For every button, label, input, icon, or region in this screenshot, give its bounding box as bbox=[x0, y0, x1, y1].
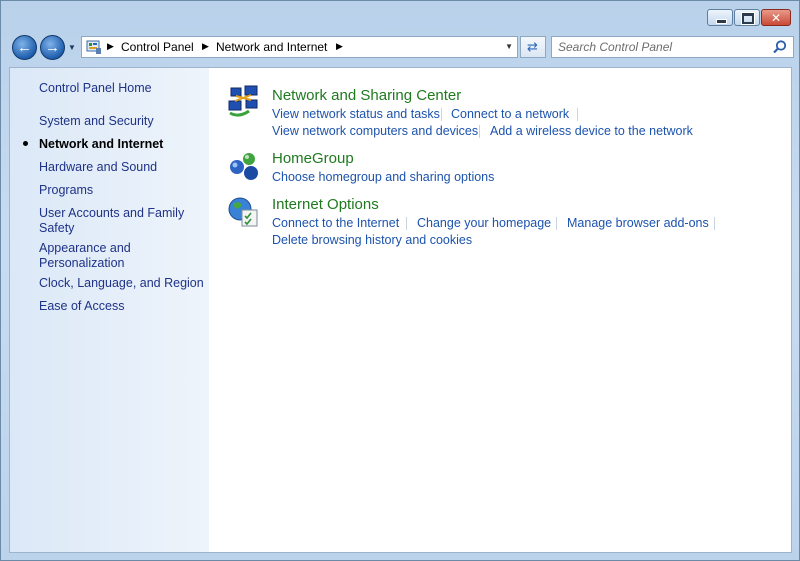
breadcrumb-control-panel[interactable]: Control Panel bbox=[121, 40, 194, 54]
link-separator bbox=[714, 217, 715, 230]
back-button[interactable]: ← bbox=[12, 35, 37, 60]
window-frame: ✕ ← → ▼ ▶ Control Panel ▶ Network and In… bbox=[0, 0, 800, 561]
link-view-network-status[interactable]: View network status and tasks bbox=[272, 107, 440, 121]
link-delete-browsing-history[interactable]: Delete browsing history and cookies bbox=[272, 233, 472, 247]
address-dropdown-icon[interactable]: ▼ bbox=[505, 42, 513, 51]
search-input[interactable] bbox=[558, 39, 763, 55]
breadcrumb-separator-icon[interactable]: ▶ bbox=[107, 41, 114, 52]
breadcrumb-separator-icon[interactable]: ▶ bbox=[336, 41, 343, 52]
forward-arrow-icon: → bbox=[45, 38, 60, 56]
category-title-internet-options[interactable]: Internet Options bbox=[272, 196, 379, 213]
sidebar-item-system-and-security[interactable]: System and Security bbox=[39, 114, 154, 129]
minimize-icon bbox=[716, 19, 727, 24]
network-sharing-center-icon bbox=[228, 85, 258, 117]
link-manage-browser-addons[interactable]: Manage browser add-ons bbox=[567, 216, 709, 230]
internet-options-icon bbox=[228, 197, 258, 227]
control-panel-icon bbox=[86, 40, 101, 54]
homegroup-icon bbox=[230, 153, 258, 180]
sidebar-item-programs[interactable]: Programs bbox=[39, 183, 93, 198]
link-separator bbox=[479, 125, 480, 138]
link-choose-homegroup[interactable]: Choose homegroup and sharing options bbox=[272, 170, 494, 184]
link-change-homepage[interactable]: Change your homepage bbox=[417, 216, 551, 230]
link-add-wireless-device[interactable]: Add a wireless device to the network bbox=[490, 124, 693, 138]
recent-pages-dropdown[interactable]: ▼ bbox=[68, 43, 76, 52]
link-separator bbox=[406, 217, 407, 230]
sidebar-item-clock-language-region[interactable]: Clock, Language, and Region bbox=[39, 276, 204, 291]
sidebar-item-label-line2: Personalization bbox=[39, 256, 125, 270]
sidebar-item-label-line1: User Accounts and Family bbox=[39, 206, 185, 220]
link-connect-to-internet[interactable]: Connect to the Internet bbox=[272, 216, 399, 230]
sidebar: Control Panel Home System and Security N… bbox=[10, 68, 209, 552]
link-view-network-computers[interactable]: View network computers and devices bbox=[272, 124, 478, 138]
link-separator bbox=[556, 217, 557, 230]
close-button[interactable]: ✕ bbox=[761, 9, 791, 26]
minimize-button[interactable] bbox=[707, 9, 733, 26]
sidebar-item-label-line1: Appearance and bbox=[39, 241, 131, 255]
sidebar-item-control-panel-home[interactable]: Control Panel Home bbox=[39, 81, 152, 96]
address-bar[interactable]: ▶ Control Panel ▶ Network and Internet ▶… bbox=[81, 36, 518, 58]
category-title-homegroup[interactable]: HomeGroup bbox=[272, 150, 354, 167]
sidebar-item-appearance[interactable]: Appearance and Personalization bbox=[39, 241, 131, 271]
back-arrow-icon: ← bbox=[17, 38, 32, 56]
link-separator bbox=[577, 108, 578, 121]
category-title-network-sharing-center[interactable]: Network and Sharing Center bbox=[272, 87, 461, 104]
link-separator bbox=[441, 108, 442, 121]
sidebar-item-label-line2: Safety bbox=[39, 221, 75, 235]
content-area: Control Panel Home System and Security N… bbox=[9, 67, 792, 553]
close-icon: ✕ bbox=[770, 10, 782, 25]
maximize-icon bbox=[742, 13, 754, 24]
breadcrumb-separator-icon[interactable]: ▶ bbox=[202, 41, 209, 52]
sidebar-item-network-and-internet: Network and Internet bbox=[39, 137, 164, 151]
breadcrumb-network-and-internet[interactable]: Network and Internet bbox=[216, 40, 327, 54]
sidebar-item-hardware-and-sound[interactable]: Hardware and Sound bbox=[39, 160, 157, 175]
link-connect-to-network[interactable]: Connect to a network bbox=[451, 107, 569, 121]
maximize-button[interactable] bbox=[734, 9, 760, 26]
refresh-button[interactable]: ⇄ bbox=[520, 36, 546, 58]
forward-button[interactable]: → bbox=[40, 35, 65, 60]
search-box[interactable] bbox=[551, 36, 794, 58]
search-icon[interactable] bbox=[772, 39, 788, 55]
sidebar-item-user-accounts[interactable]: User Accounts and Family Safety bbox=[39, 206, 184, 236]
refresh-icon: ⇄ bbox=[527, 39, 538, 54]
current-item-bullet bbox=[23, 141, 28, 146]
sidebar-item-ease-of-access[interactable]: Ease of Access bbox=[39, 299, 124, 314]
caption-buttons: ✕ bbox=[706, 9, 791, 26]
